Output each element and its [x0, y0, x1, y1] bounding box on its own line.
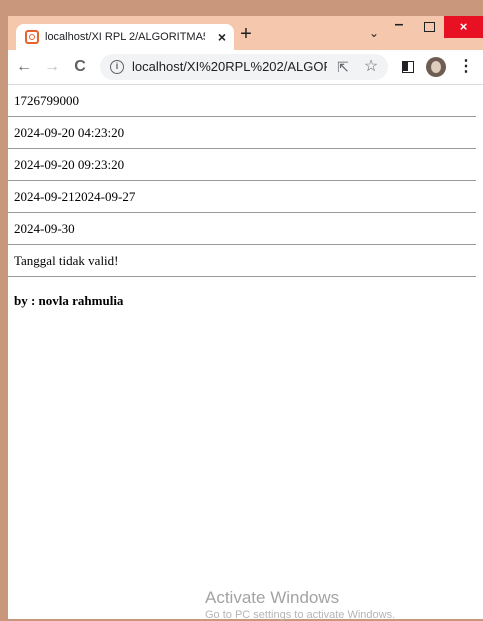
share-icon[interactable]: ⇱ — [334, 58, 352, 76]
output-line: Tanggal tidak valid! — [8, 245, 476, 277]
activate-windows-subtitle: Go to PC settings to activate Windows. — [205, 609, 396, 621]
output-line: 2024-09-30 — [8, 213, 476, 245]
reload-icon[interactable]: C — [70, 57, 90, 77]
browser-window: localhost/XI RPL 2/ALGORITMA5/ × + ⌄ – ×… — [8, 16, 483, 619]
kebab-menu-icon[interactable]: ⋮ — [458, 57, 474, 77]
url-text[interactable]: localhost/XI%20RPL%202/ALGORI... — [132, 59, 327, 75]
window-close-button[interactable]: × — [444, 16, 483, 38]
address-bar[interactable]: i localhost/XI%20RPL%202/ALGORI... ⇱ ☆ — [100, 54, 388, 80]
forward-arrow-icon[interactable]: → — [42, 57, 62, 77]
activate-windows-watermark: Activate Windows — [205, 588, 340, 607]
browser-toolbar: ← → C i localhost/XI%20RPL%202/ALGORI...… — [8, 50, 483, 85]
output-line: 1726799000 — [8, 85, 476, 117]
output-line: 2024-09-20 04:23:20 — [8, 117, 476, 149]
close-icon[interactable]: × — [214, 29, 230, 45]
plus-icon[interactable]: + — [236, 24, 256, 44]
minimize-icon[interactable]: – — [384, 16, 414, 38]
profile-avatar[interactable] — [426, 57, 446, 77]
side-panel-icon[interactable] — [402, 61, 414, 73]
tab-strip: localhost/XI RPL 2/ALGORITMA5/ × + ⌄ – × — [8, 16, 483, 50]
xampp-favicon-icon — [25, 30, 39, 44]
active-tab[interactable]: localhost/XI RPL 2/ALGORITMA5/ × — [16, 24, 234, 50]
tab-title: localhost/XI RPL 2/ALGORITMA5/ — [45, 31, 205, 43]
star-icon[interactable]: ☆ — [362, 58, 380, 76]
chevron-down-icon[interactable]: ⌄ — [369, 26, 379, 40]
author-credit: by : novla rahmulia — [14, 293, 124, 308]
info-icon[interactable]: i — [110, 60, 124, 74]
output-line: 2024-09-212024-09-27 — [8, 181, 476, 213]
output-line: 2024-09-20 09:23:20 — [8, 149, 476, 181]
page-content: 1726799000 2024-09-20 04:23:20 2024-09-2… — [8, 85, 483, 619]
maximize-icon[interactable] — [414, 16, 444, 38]
back-arrow-icon[interactable]: ← — [14, 57, 34, 77]
